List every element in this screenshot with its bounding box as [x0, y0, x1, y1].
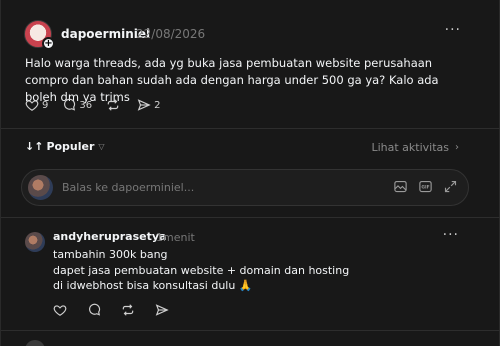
repost-button[interactable]	[106, 98, 123, 112]
chevron-down-icon: ▽	[98, 142, 105, 151]
comment-username[interactable]: andyheruprasetya	[53, 230, 166, 243]
main-post: + dapoerminiel 22/08/2026 ··· Halo warga…	[1, 0, 500, 128]
avatar[interactable]: +	[24, 20, 55, 50]
comment-button[interactable]: 36	[62, 98, 92, 112]
comment-icon	[89, 303, 101, 316]
svg-text:GIF: GIF	[421, 185, 429, 191]
thread-panel: + dapoerminiel 22/08/2026 ··· Halo warga…	[0, 0, 500, 346]
share-icon	[155, 304, 169, 316]
avatar	[28, 175, 53, 200]
comment-line: di idwebhost bisa konsultasi dulu 🙏	[53, 279, 253, 292]
repost-icon	[107, 99, 119, 111]
comment-count: 36	[79, 99, 93, 111]
like-button[interactable]	[53, 303, 70, 317]
reply-tools: GIF	[393, 179, 458, 194]
heart-icon	[25, 100, 39, 111]
post-date: 22/08/2026	[136, 27, 206, 41]
follow-plus-badge[interactable]: +	[42, 37, 55, 50]
avatar[interactable]	[25, 232, 45, 252]
gif-icon[interactable]: GIF	[418, 179, 433, 194]
divider	[1, 330, 500, 331]
comment-button[interactable]	[87, 303, 104, 317]
comment-actions	[53, 303, 189, 317]
divider	[1, 128, 500, 129]
sort-label: Populer	[46, 140, 95, 153]
comment-time: 1menit	[156, 231, 195, 244]
comment-text: tambahin 300k bang dapet jasa pembuatan …	[53, 247, 453, 294]
chevron-right-icon: ›	[455, 142, 459, 153]
image-icon[interactable]	[393, 179, 408, 194]
repost-icon	[122, 304, 134, 316]
sort-dropdown[interactable]: ↓↑ Populer ▽	[25, 140, 105, 153]
comment-line: tambahin 300k bang	[53, 248, 168, 261]
reply-placeholder: Balas ke dapoerminiel...	[62, 181, 195, 194]
share-count: 2	[154, 99, 161, 111]
view-activity-link[interactable]: Lihat aktivitas ›	[371, 141, 459, 154]
like-count: 9	[42, 99, 49, 111]
share-icon	[137, 99, 151, 111]
more-options-button[interactable]: ···	[445, 22, 461, 38]
avatar	[25, 340, 45, 346]
more-options-button[interactable]: ···	[443, 227, 459, 243]
heart-icon	[53, 305, 67, 316]
share-button[interactable]: 2	[137, 98, 160, 112]
share-button[interactable]	[155, 303, 172, 317]
sort-icon: ↓↑	[25, 140, 44, 153]
post-actions: 9 36 2	[25, 96, 174, 114]
expand-icon[interactable]	[443, 179, 458, 194]
comment-icon	[64, 98, 76, 111]
activity-label: Lihat aktivitas	[371, 141, 449, 154]
repost-button[interactable]	[121, 303, 138, 317]
divider	[1, 217, 500, 218]
reply-input[interactable]: Balas ke dapoerminiel... GIF	[21, 169, 469, 206]
comment-line: dapet jasa pembuatan website + domain da…	[53, 263, 350, 277]
like-button[interactable]: 9	[25, 98, 48, 112]
